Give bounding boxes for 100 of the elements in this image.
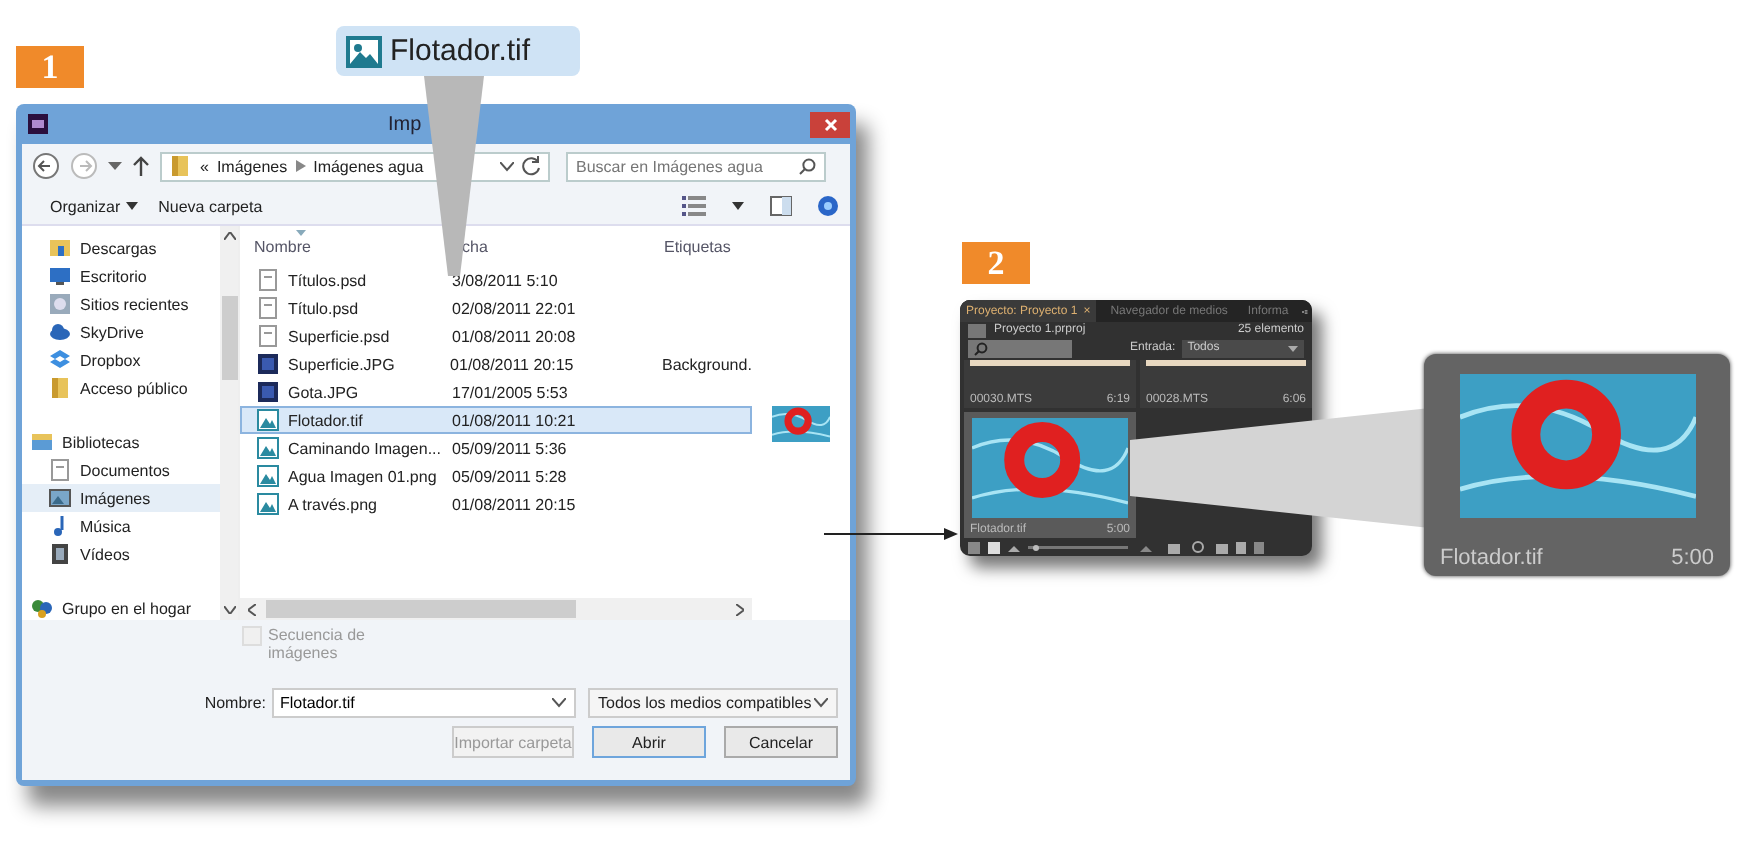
- preview-pane-icon[interactable]: [770, 196, 792, 216]
- scroll-down-icon[interactable]: [223, 606, 235, 614]
- image-file-icon: [256, 436, 280, 460]
- file-row[interactable]: Título.psd 02/08/2011 22:01: [240, 294, 752, 322]
- document-icon: [48, 458, 72, 482]
- close-button[interactable]: [810, 111, 850, 137]
- nav-item[interactable]: Grupo en el hogar: [22, 594, 220, 622]
- file-row[interactable]: A través.png 01/08/2011 20:15: [240, 490, 752, 518]
- step-badge: 1: [16, 46, 84, 88]
- dropdown-caret-icon[interactable]: [500, 161, 514, 171]
- caret-icon: [126, 202, 139, 210]
- chevron-icon: [295, 160, 306, 172]
- column-header[interactable]: Etiquetas: [664, 237, 752, 255]
- box-icon: [48, 348, 72, 372]
- scroll-left-icon[interactable]: [248, 603, 256, 615]
- sort-indicator-icon: [296, 230, 306, 236]
- up-arrow-icon[interactable]: [132, 155, 150, 177]
- file-row[interactable]: Gota.JPG 17/01/2005 5:53: [240, 378, 752, 406]
- monitor-icon: [48, 264, 72, 288]
- nav-item[interactable]: Música: [22, 512, 220, 540]
- panel-toolbar-icons-drawing[interactable]: [968, 539, 1268, 556]
- caret-icon[interactable]: [108, 161, 122, 171]
- film-icon: [48, 542, 72, 566]
- toolbar-button[interactable]: Nueva carpeta: [158, 197, 263, 215]
- window-title: Imp: [388, 113, 424, 135]
- view-list-icon[interactable]: [682, 196, 706, 216]
- nav-item[interactable]: SkyDrive: [22, 318, 220, 346]
- picture-icon: [48, 486, 72, 510]
- file-type-dropdown[interactable]: Todos los medios compatibles: [588, 688, 838, 718]
- nav-item[interactable]: Documentos: [22, 456, 220, 484]
- help-icon[interactable]: [818, 196, 838, 216]
- dialog-button[interactable]: Cancelar: [724, 726, 838, 758]
- file-icon: [256, 380, 280, 404]
- dropdown-caret-icon: [814, 698, 828, 708]
- address-bar[interactable]: « Imágenes Imágenes agua: [160, 151, 550, 181]
- caret-icon[interactable]: [732, 202, 744, 210]
- file-name: Flotador.tif: [288, 411, 363, 429]
- breadcrumb-prefix: «: [200, 157, 209, 175]
- file-row[interactable]: Caminando Imagen... 05/09/2011 5:36: [240, 434, 752, 462]
- clip-duration: 5:00: [1671, 546, 1714, 570]
- file-date: 02/08/2011 22:01: [452, 299, 578, 317]
- nav-item[interactable]: Vídeos: [22, 540, 220, 568]
- file-date: 01/08/2011 10:21: [452, 411, 578, 429]
- file-name: Superficie.JPG: [288, 355, 395, 373]
- menu-button[interactable]: Organizar: [50, 197, 139, 215]
- document-icon: [256, 324, 280, 348]
- name-field[interactable]: Flotador.tif: [272, 688, 576, 718]
- file-date: 05/09/2011 5:36: [452, 439, 569, 457]
- file-date: 17/01/2005 5:53: [452, 383, 570, 401]
- search-icon: [972, 341, 990, 355]
- column-header[interactable]: Nombre: [240, 237, 450, 255]
- arrow: [824, 526, 960, 542]
- document-icon: [256, 296, 280, 320]
- file-date: 05/09/2011 5:28: [452, 467, 569, 485]
- file-name: Título.psd: [288, 299, 359, 317]
- file-row[interactable]: Superficie.psd 01/08/2011 20:08: [240, 322, 752, 350]
- folder-icon: [48, 236, 72, 260]
- search-field[interactable]: [968, 339, 1072, 357]
- nav-item[interactable]: Acceso público: [22, 374, 220, 402]
- file-date: 01/08/2011 20:15: [452, 495, 578, 513]
- folder-icon: [968, 323, 986, 338]
- nav-item[interactable]: Descargas: [22, 234, 220, 262]
- nav-item[interactable]: Imágenes: [22, 484, 220, 512]
- refresh-icon[interactable]: [522, 156, 542, 176]
- file-name: Superficie.psd: [288, 327, 390, 345]
- nav-item[interactable]: Sitios recientes: [22, 290, 220, 318]
- scroll-thumb[interactable]: [221, 296, 237, 380]
- step-badge: 2: [962, 242, 1030, 284]
- search-field[interactable]: Buscar en Imágenes agua: [566, 151, 826, 181]
- nav-item[interactable]: Bibliotecas: [22, 428, 220, 456]
- library-folder-icon: [30, 430, 54, 454]
- file-name: Agua Imagen 01.png: [288, 467, 437, 485]
- file-row[interactable]: Flotador.tif 01/08/2011 10:21: [240, 406, 752, 434]
- app-icon: [28, 114, 48, 134]
- clip-name: Flotador.tif: [1440, 546, 1543, 570]
- file-date: 3/08/2011 5:10: [452, 271, 560, 289]
- document-icon: [256, 268, 280, 292]
- image-icon: [346, 35, 382, 67]
- nav-item[interactable]: Dropbox: [22, 346, 220, 374]
- caret-icon: [1288, 345, 1298, 351]
- scrollbar[interactable]: [240, 598, 752, 620]
- file-row[interactable]: Agua Imagen 01.png 05/09/2011 5:28: [240, 462, 752, 490]
- scroll-thumb[interactable]: [266, 600, 576, 618]
- file-row[interactable]: Superficie.JPG 01/08/2011 20:15 Background.: [240, 350, 752, 378]
- back-icon[interactable]: [32, 152, 60, 180]
- recent-places-icon: [48, 292, 72, 316]
- breadcrumb[interactable]: Imágenes: [216, 157, 288, 175]
- image-file-icon: [256, 408, 280, 432]
- file-date: 01/08/2011 20:15: [450, 355, 576, 373]
- file-row[interactable]: Títulos.psd 3/08/2011 5:10: [240, 266, 752, 294]
- dialog-button[interactable]: Abrir: [592, 726, 706, 758]
- scroll-up-icon[interactable]: [223, 232, 235, 240]
- scroll-right-icon[interactable]: [736, 603, 744, 615]
- breadcrumb[interactable]: Imágenes agua: [313, 157, 424, 175]
- dropdown-caret-icon[interactable]: [552, 698, 566, 708]
- nav-item[interactable]: Escritorio: [22, 262, 220, 290]
- scrollbar[interactable]: [220, 226, 238, 620]
- file-icon: [256, 352, 280, 376]
- panel-menu-icon[interactable]: [1302, 305, 1308, 317]
- file-name: A través.png: [288, 495, 377, 513]
